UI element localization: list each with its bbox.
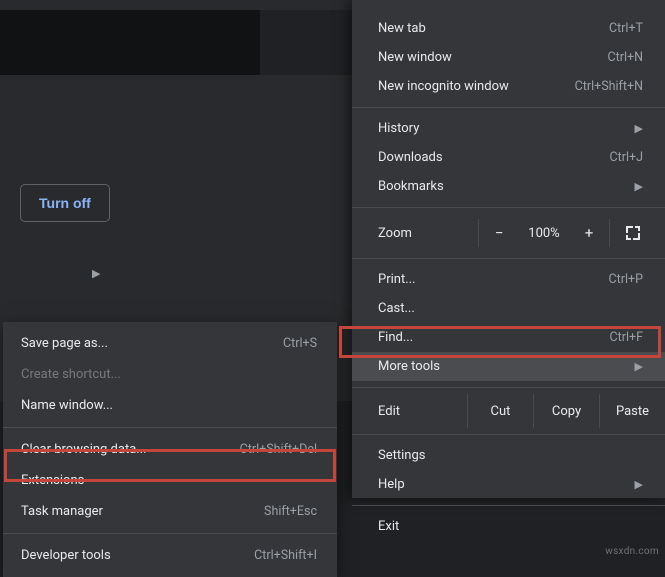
submenu-developer-tools[interactable]: Developer tools Ctrl+Shift+I [3,540,337,571]
edit-paste-button[interactable]: Paste [599,394,665,428]
submenu-label: Task manager [21,504,103,519]
submenu-separator [3,427,337,428]
zoom-out-button[interactable]: − [479,224,519,242]
menu-shortcut: Ctrl+P [609,272,643,287]
submenu-shortcut: Ctrl+Shift+Del [240,442,317,457]
submenu-label: Create shortcut... [21,367,121,382]
chrome-main-menu: New tab Ctrl+T New window Ctrl+N New inc… [352,0,665,498]
edit-cut-button[interactable]: Cut [467,394,533,428]
submenu-arrow-icon: ▶ [635,180,643,193]
expand-arrow-icon: ▶ [92,267,100,280]
menu-label: New window [378,50,452,65]
zoom-in-button[interactable]: + [569,224,609,242]
submenu-arrow-icon: ▶ [635,360,643,373]
menu-print[interactable]: Print... Ctrl+P [352,265,665,294]
menu-shortcut: Ctrl+J [610,150,644,165]
menu-edit-row: Edit Cut Copy Paste [352,394,665,428]
turn-off-button[interactable]: Turn off [20,184,110,222]
menu-label: Bookmarks [378,179,444,194]
menu-separator [352,434,665,435]
menu-downloads[interactable]: Downloads Ctrl+J [352,143,665,172]
menu-label: Cast... [378,301,415,316]
menu-label: Downloads [378,150,443,165]
zoom-label: Zoom [378,226,478,241]
submenu-save-page[interactable]: Save page as... Ctrl+S [3,328,337,359]
menu-label: More tools [378,359,440,374]
menu-settings[interactable]: Settings [352,441,665,470]
submenu-arrow-icon: ▶ [635,122,643,135]
menu-label: Print... [378,272,415,287]
submenu-shortcut: Ctrl+S [283,336,317,351]
menu-label: New incognito window [378,79,509,94]
submenu-label: Name window... [21,398,113,413]
submenu-label: Clear browsing data... [21,442,147,457]
menu-shortcut: Ctrl+T [609,21,643,36]
edit-copy-button[interactable]: Copy [533,394,599,428]
submenu-arrow-icon: ▶ [635,478,643,491]
menu-separator [352,258,665,259]
menu-find[interactable]: Find... Ctrl+F [352,323,665,352]
submenu-task-manager[interactable]: Task manager Shift+Esc [3,496,337,527]
menu-shortcut: Ctrl+F [609,330,643,345]
menu-label: Help [378,477,405,492]
menu-shortcut: Ctrl+N [607,50,643,65]
menu-separator [352,107,665,108]
submenu-label: Save page as... [21,336,108,351]
submenu-label: Extensions [21,473,84,488]
menu-separator [352,387,665,388]
menu-new-window[interactable]: New window Ctrl+N [352,43,665,72]
fullscreen-button[interactable] [609,219,655,247]
submenu-create-shortcut: Create shortcut... [3,359,337,390]
menu-label: Settings [378,448,425,463]
watermark-text: wsxdn.com [605,546,659,557]
submenu-clear-browsing-data[interactable]: Clear browsing data... Ctrl+Shift+Del [3,434,337,465]
menu-shortcut: Ctrl+Shift+N [575,79,643,94]
menu-label: Exit [378,519,399,534]
zoom-value: 100% [519,226,569,241]
submenu-shortcut: Shift+Esc [264,504,317,519]
menu-help[interactable]: Help ▶ [352,470,665,499]
menu-label: New tab [378,21,426,36]
menu-label: History [378,121,419,136]
menu-new-incognito[interactable]: New incognito window Ctrl+Shift+N [352,72,665,101]
menu-new-tab[interactable]: New tab Ctrl+T [352,14,665,43]
menu-more-tools[interactable]: More tools ▶ [352,352,665,381]
menu-history[interactable]: History ▶ [352,114,665,143]
menu-cast[interactable]: Cast... [352,294,665,323]
menu-zoom-row: Zoom − 100% + [352,214,665,252]
submenu-separator [3,533,337,534]
more-tools-submenu: Save page as... Ctrl+S Create shortcut..… [3,322,337,577]
menu-separator [352,207,665,208]
submenu-name-window[interactable]: Name window... [3,390,337,421]
fullscreen-icon [626,226,640,240]
menu-exit[interactable]: Exit [352,512,665,541]
submenu-extensions[interactable]: Extensions [3,465,337,496]
menu-label: Find... [378,330,413,345]
menu-separator [352,505,665,506]
menu-bookmarks[interactable]: Bookmarks ▶ [352,172,665,201]
edit-label: Edit [378,404,467,419]
